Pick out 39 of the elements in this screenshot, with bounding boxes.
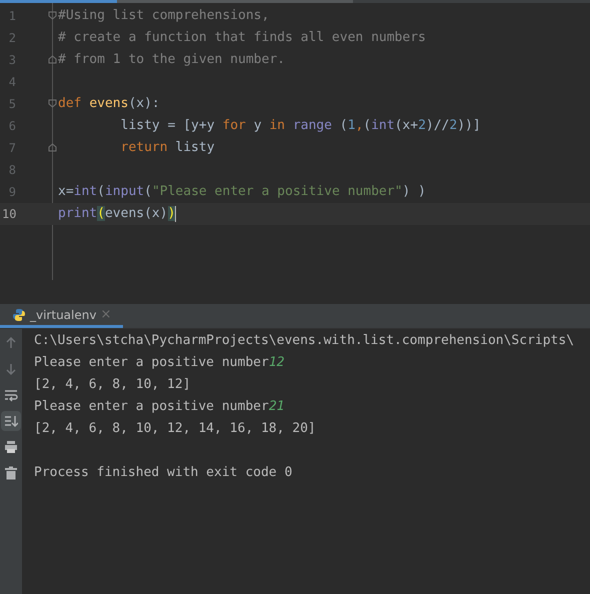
console-line: Please enter a positive number21 — [34, 398, 284, 416]
line-number: 4 — [8, 74, 16, 91]
line-number: 6 — [8, 118, 16, 135]
line-number: 2 — [8, 30, 16, 47]
process-status-line: Process finished with exit code 0 — [34, 464, 292, 482]
run-tab-label: _virtualenv — [30, 306, 96, 324]
soft-wrap-icon — [4, 388, 18, 402]
print-icon — [4, 440, 18, 454]
console-line: [2, 4, 6, 8, 10, 12, 14, 16, 18, 20] — [34, 420, 316, 438]
text-cursor — [175, 206, 176, 222]
code-line: #Using list comprehensions, — [58, 7, 270, 26]
console-line: C:\Users\stcha\PycharmProjects\evens.with.list.comprehension\Scripts\ — [34, 332, 574, 350]
fold-icon[interactable] — [48, 55, 57, 64]
scroll-to-end-icon — [4, 414, 18, 428]
fold-icon[interactable] — [48, 99, 57, 108]
code-line: # from 1 to the given number. — [58, 51, 285, 70]
code-line: listy = [y+y for y in range (1,(int(x+2)//2))] — [120, 117, 481, 136]
code-line: # create a function that finds all even numbers — [58, 29, 426, 48]
down-arrow-icon — [4, 362, 18, 376]
console-line: [2, 4, 6, 8, 10, 12] — [34, 376, 191, 394]
line-number: 5 — [8, 96, 16, 113]
console-line: Please enter a positive number12 — [34, 354, 284, 372]
code-line: def evens(x): — [58, 95, 160, 114]
line-number: 9 — [8, 184, 16, 201]
line-number: 10 — [2, 206, 16, 223]
code-line: print(evens(x)) — [58, 205, 176, 224]
line-number: 1 — [8, 8, 16, 25]
trash-icon — [4, 466, 18, 480]
up-arrow-icon — [4, 336, 18, 350]
fold-icon[interactable] — [48, 143, 57, 152]
fold-icon[interactable] — [48, 11, 57, 20]
line-number: 3 — [8, 52, 16, 69]
toolbar-button[interactable] — [1, 411, 21, 431]
line-number: 8 — [8, 162, 16, 179]
code-line: x=int(input("Please enter a positive number") ) — [58, 183, 426, 202]
line-number: 7 — [8, 140, 16, 157]
python-logo-icon — [12, 308, 26, 322]
run-tab[interactable]: _virtualenv × — [0, 304, 124, 328]
code-line: return listy — [120, 139, 215, 158]
